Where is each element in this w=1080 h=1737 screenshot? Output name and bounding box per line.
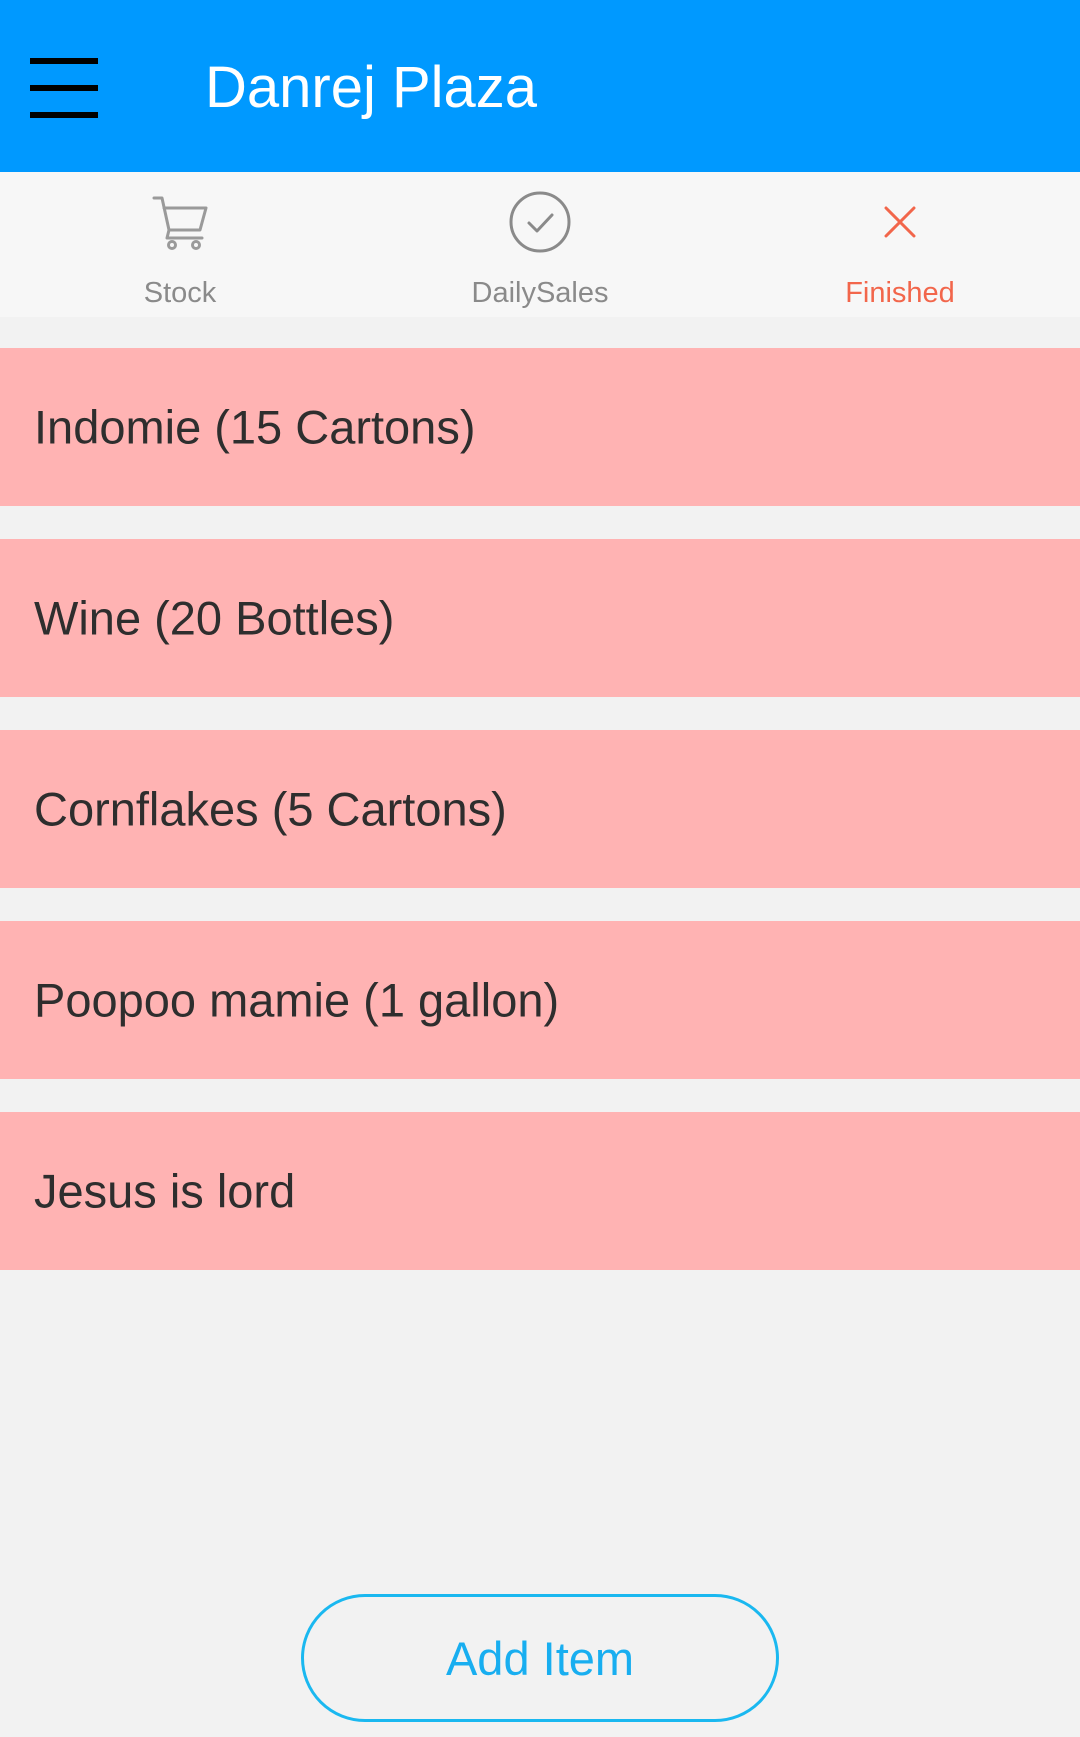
add-item-button[interactable]: Add Item [301,1594,779,1722]
list-item[interactable]: Cornflakes (5 Cartons) [0,730,1080,888]
list-item-label: Wine (20 Bottles) [34,591,395,645]
app-title: Danrej Plaza [205,55,538,120]
tab-bar: Stock DailySales Finished [0,172,1080,317]
tab-label: DailySales [471,277,609,309]
list-item-label: Indomie (15 Cartons) [34,400,476,454]
tab-label: Stock [143,277,217,309]
cart-icon [148,190,212,254]
menu-button[interactable] [22,48,110,128]
list-item-label: Poopoo mamie (1 gallon) [34,973,560,1027]
list-item[interactable]: Jesus is lord [0,1112,1080,1270]
tab-stock[interactable]: Stock [0,172,360,317]
hamburger-menu-icon [22,48,110,128]
list-item[interactable]: Wine (20 Bottles) [0,539,1080,697]
list-item[interactable]: Poopoo mamie (1 gallon) [0,921,1080,1079]
tab-dailysales[interactable]: DailySales [360,172,720,317]
close-icon [868,190,932,254]
app-bar: Danrej Plaza [0,0,1080,172]
list-item-label: Jesus is lord [34,1164,296,1218]
check-circle-icon [508,190,572,254]
list-item[interactable]: Indomie (15 Cartons) [0,348,1080,506]
finished-items-list: Indomie (15 Cartons) Wine (20 Bottles) C… [0,348,1080,1303]
tab-label: Finished [845,277,955,309]
list-item-label: Cornflakes (5 Cartons) [34,782,507,836]
tab-finished[interactable]: Finished [720,172,1080,317]
